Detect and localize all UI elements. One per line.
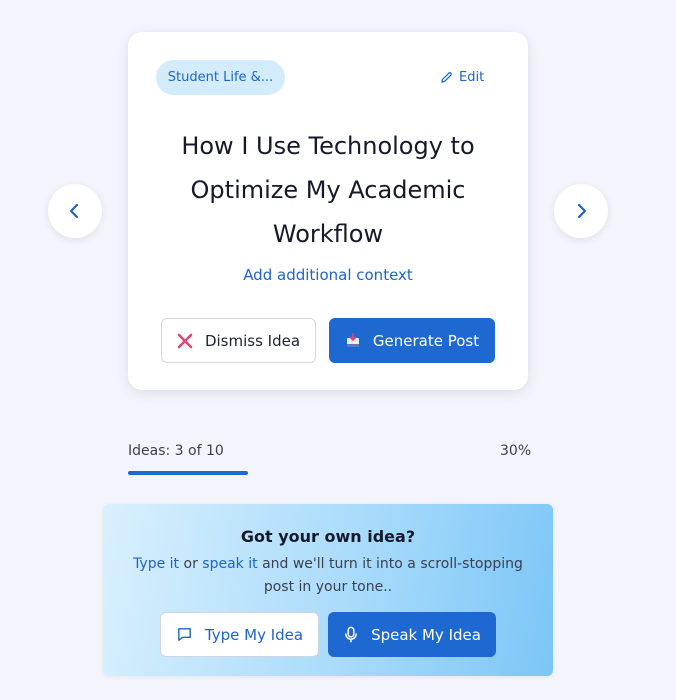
idea-title: How I Use Technology to Optimize My Acad…	[181, 132, 475, 248]
desc-or: or	[183, 556, 198, 572]
microphone-icon	[345, 626, 358, 643]
edit-button[interactable]: Edit	[440, 67, 484, 87]
dismiss-label: Dismiss Idea	[204, 331, 301, 350]
chevron-right-icon	[577, 203, 587, 219]
prev-idea-button[interactable]	[48, 184, 102, 238]
progress-percent: 30%	[500, 443, 532, 459]
generate-post-button[interactable]: Generate Post	[329, 318, 495, 363]
next-idea-button[interactable]	[554, 184, 608, 238]
type-idea-button[interactable]: Type My Idea	[160, 612, 319, 657]
pencil-icon	[441, 71, 452, 83]
type-it-link[interactable]: Type it	[133, 556, 179, 572]
own-idea-panel: Got your own idea? Type it or speak it a…	[103, 504, 553, 676]
desc-rest: and we'll turn it into a scroll-stopping…	[262, 556, 523, 595]
progress-label: Ideas: 3 of 10	[128, 443, 224, 459]
generate-label: Generate Post	[372, 331, 480, 350]
chevron-left-icon	[69, 203, 79, 219]
add-context-link[interactable]: Add additional context	[128, 266, 528, 284]
category-badge: Student Life &...	[156, 60, 285, 95]
dismiss-idea-button[interactable]: Dismiss Idea	[161, 318, 316, 363]
type-idea-label: Type My Idea	[204, 625, 304, 644]
speak-idea-button[interactable]: Speak My Idea	[328, 612, 496, 657]
progress-fill	[128, 471, 248, 475]
document-icon	[346, 332, 359, 347]
chat-bubble-icon	[178, 628, 191, 641]
progress-bar	[128, 471, 528, 475]
speak-idea-label: Speak My Idea	[371, 625, 481, 644]
speak-it-link[interactable]: speak it	[202, 556, 257, 572]
idea-card: Student Life &... Edit How I Use Technol…	[128, 32, 528, 390]
edit-label: Edit	[459, 69, 485, 85]
own-idea-description: Type it or speak it and we'll turn it in…	[133, 553, 523, 599]
own-idea-title: Got your own idea?	[240, 527, 416, 546]
close-icon	[177, 333, 193, 348]
